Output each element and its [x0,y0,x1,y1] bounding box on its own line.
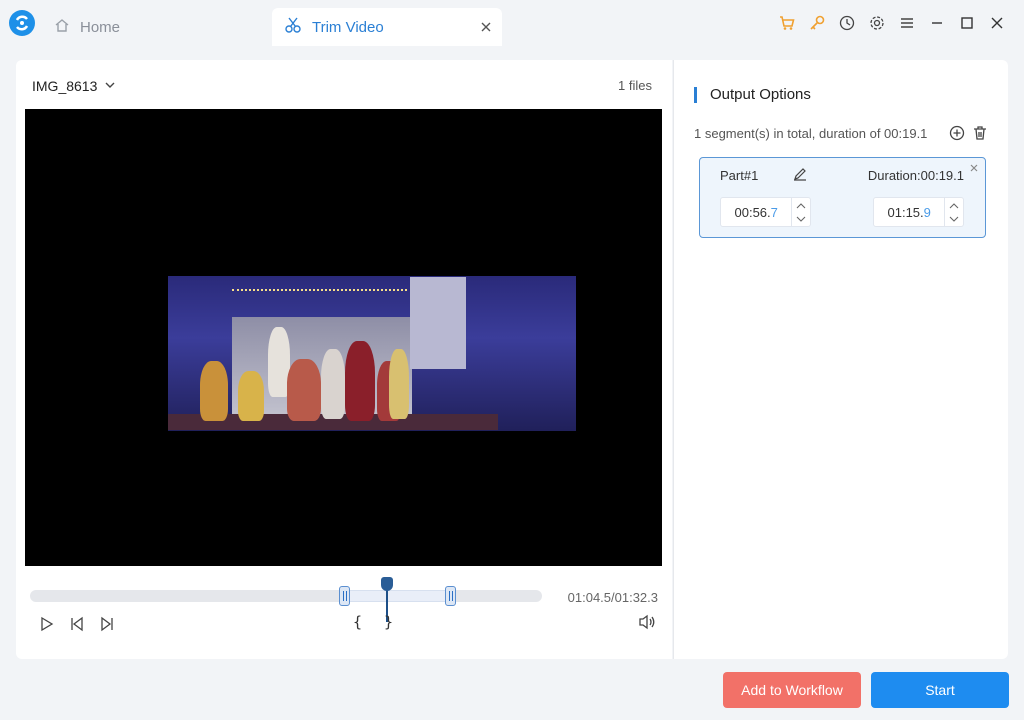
timeline-selection [348,590,452,602]
end-time-stepper[interactable] [944,198,963,226]
maximize-icon[interactable] [952,13,982,33]
app-logo-icon [9,10,35,36]
segment-end-time-field[interactable]: 01:15.9 [873,197,964,227]
performer [238,371,264,421]
player-panel: IMG_8613 1 files 01:04.5/01:32.3 {} [16,60,672,659]
stage-banner [410,277,466,369]
title-bar: Home Trim Video [0,0,1024,46]
chevron-down-icon [949,216,959,222]
timeline-track[interactable] [30,577,542,622]
performer [345,341,375,421]
trim-start-handle[interactable] [339,586,350,606]
volume-icon[interactable] [638,614,656,635]
window-controls [772,13,1012,33]
performer [200,361,228,421]
tab-close-icon[interactable] [478,19,494,35]
start-button[interactable]: Start [871,672,1009,708]
file-selector[interactable]: IMG_8613 [32,78,116,94]
playback-controls [32,614,122,634]
chevron-up-icon [949,202,959,208]
close-icon[interactable] [982,13,1012,33]
performer [321,349,345,419]
delete-segment-icon[interactable] [972,125,988,146]
segment-start-time-field[interactable]: 00:56.7 [720,197,811,227]
cart-icon[interactable] [772,13,802,33]
performer [287,359,321,421]
start-time-value[interactable]: 00:56.7 [721,205,791,220]
trim-end-handle[interactable] [445,586,456,606]
output-options-title: Output Options [694,87,811,103]
output-panel: Output Options 1 segment(s) in total, du… [673,60,1008,659]
end-time-value[interactable]: 01:15.9 [874,205,944,220]
previous-frame-icon[interactable] [62,614,92,634]
tab-home-label: Home [80,18,121,36]
segment-card[interactable]: Part#1 Duration:00:19.1 00:56.7 01:15.9 [699,157,986,238]
set-start-button[interactable]: { [353,613,362,631]
edit-icon[interactable] [793,167,807,186]
chevron-down-icon [796,216,806,222]
play-icon[interactable] [32,614,62,634]
chevron-up-icon [796,202,806,208]
performer [389,349,409,419]
home-icon [54,17,70,37]
file-name: IMG_8613 [32,78,98,94]
next-frame-icon[interactable] [92,614,122,634]
tab-trim-video[interactable]: Trim Video [272,8,502,46]
segment-duration: Duration:00:19.1 [867,168,964,183]
playhead-handle[interactable] [381,577,393,591]
string-lights [232,289,407,299]
scissors-icon [284,16,302,38]
video-preview[interactable] [25,109,662,566]
gear-icon[interactable] [862,13,892,33]
segment-close-icon[interactable] [968,161,980,179]
tab-trim-video-label: Trim Video [312,18,384,36]
start-time-stepper[interactable] [791,198,810,226]
tab-home[interactable]: Home [48,8,268,46]
clock-icon[interactable] [832,13,862,33]
add-to-workflow-button[interactable]: Add to Workflow [723,672,861,708]
menu-icon[interactable] [892,13,922,33]
chevron-down-icon [104,78,116,94]
minimize-icon[interactable] [922,13,952,33]
segment-summary: 1 segment(s) in total, duration of 00:19… [694,126,928,141]
key-icon[interactable] [802,13,832,33]
add-segment-icon[interactable] [949,125,965,146]
time-readout: 01:04.5/01:32.3 [567,590,658,605]
set-end-button[interactable]: } [384,613,393,631]
segment-part-label: Part#1 [720,168,759,183]
files-count: 1 files [618,78,652,93]
